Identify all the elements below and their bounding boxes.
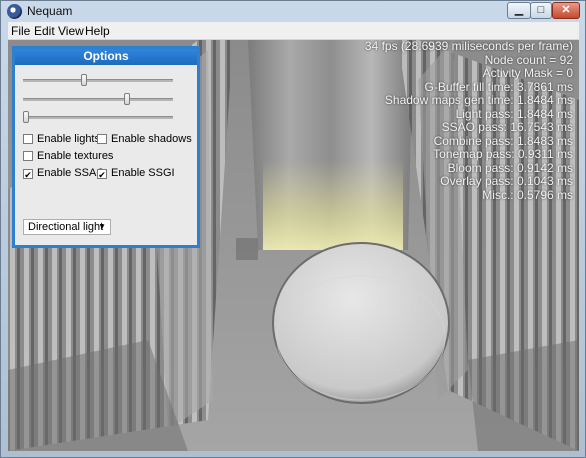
menu-help[interactable]: Help: [85, 24, 110, 38]
checkbox-enable-textures[interactable]: Enable textures: [23, 150, 113, 162]
checkbox-textures-label: Enable textures: [37, 150, 114, 162]
menu-file[interactable]: File: [11, 24, 30, 38]
slider-3[interactable]: [23, 111, 173, 123]
checkbox-enable-ssgi[interactable]: ✔ Enable SSGI: [97, 167, 175, 180]
stat-ssao-pass: SSAO pass: 16.7543 ms: [441, 120, 573, 134]
title-bar[interactable]: Nequam ▁ □ ✕: [1, 1, 585, 22]
checkbox-enable-ssao[interactable]: ✔ Enable SSAO: [23, 167, 105, 180]
stat-fps: 34 fps (28.6939 miliseconds per frame): [364, 40, 573, 53]
checkbox-enable-lights[interactable]: Enable lights: [23, 133, 100, 145]
stat-light-pass: Light pass: 1.8484 ms: [455, 106, 573, 121]
close-button[interactable]: ✕: [552, 2, 580, 19]
light-type-select[interactable]: Directional light ▼: [23, 219, 111, 235]
performance-stats: 34 fps (28.6939 miliseconds per frame) N…: [365, 40, 573, 202]
menu-edit[interactable]: Edit: [34, 24, 55, 38]
options-panel: Options Enable lights Enable shadows Ena…: [12, 46, 200, 248]
checkbox-shadows-label: Enable shadows: [111, 133, 192, 145]
maximize-button[interactable]: □: [530, 2, 552, 19]
menu-view[interactable]: View: [58, 24, 84, 38]
window-title: Nequam: [27, 4, 73, 18]
slider-1[interactable]: [23, 74, 173, 86]
checkbox-ssao-label: Enable SSAO: [37, 167, 105, 179]
render-viewport[interactable]: 34 fps (28.6939 miliseconds per frame) N…: [8, 40, 579, 451]
slider-2[interactable]: [23, 93, 173, 105]
stat-combine-pass: Combine pass: 1.8483 ms: [433, 133, 573, 148]
minimize-button[interactable]: ▁: [507, 2, 531, 19]
stat-activity-mask: Activity Mask = 0: [482, 66, 573, 80]
stat-shadow-maps: Shadow maps gen time: 1.8484 ms: [384, 93, 573, 107]
app-icon: [7, 4, 22, 19]
checkbox-enable-shadows[interactable]: Enable shadows: [97, 133, 192, 145]
checkbox-ssgi-label: Enable SSGI: [111, 167, 175, 179]
stat-gbuffer: G-Buffer fill time: 3.7861 ms: [424, 79, 574, 94]
stat-overlay-pass: Overlay pass: 0.1043 ms: [440, 174, 573, 188]
stat-tonemap-pass: Tonemap pass: 0.9311 ms: [433, 147, 573, 161]
app-window: Nequam ▁ □ ✕ File Edit View Help 34 fps …: [0, 0, 586, 458]
checkbox-textures-box[interactable]: [23, 151, 33, 161]
stat-bloom-pass: Bloom pass: 0.9142 ms: [447, 160, 573, 175]
checkbox-shadows-box[interactable]: [97, 134, 107, 144]
stat-node-count: Node count = 92: [484, 52, 573, 67]
menu-bar: File Edit View Help: [8, 22, 579, 40]
slider-3-thumb[interactable]: [23, 111, 29, 123]
slider-2-thumb[interactable]: [124, 93, 130, 105]
slider-1-thumb[interactable]: [81, 74, 87, 86]
checkbox-lights-label: Enable lights: [37, 133, 100, 145]
checkbox-lights-box[interactable]: [23, 134, 33, 144]
stat-misc: Misc.: 0.5796 ms: [482, 187, 573, 202]
light-type-value: Directional light: [28, 221, 104, 233]
checkbox-ssgi-box[interactable]: ✔: [97, 169, 107, 180]
chevron-down-icon: ▼: [98, 222, 106, 231]
options-panel-title: Options: [15, 49, 197, 65]
checkbox-ssao-box[interactable]: ✔: [23, 169, 33, 180]
